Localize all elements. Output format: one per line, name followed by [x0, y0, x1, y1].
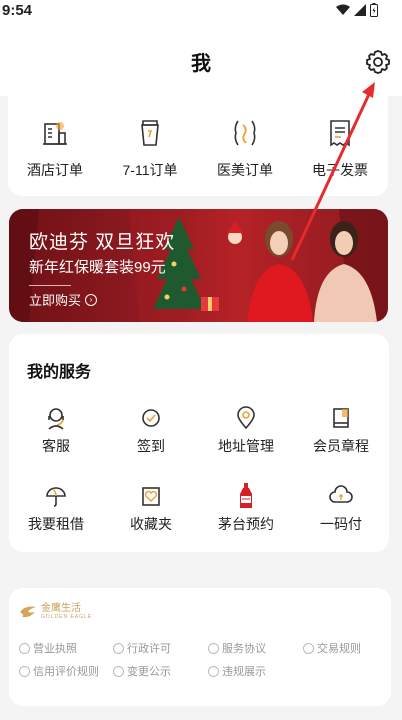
order-711[interactable]: 7-11订单 [105, 116, 195, 180]
link-label: 变更公示 [127, 666, 171, 678]
book-icon [333, 408, 349, 428]
brand-logo: 金鹰生活 GOLDEN EAGLE [19, 604, 92, 620]
service-label: 茅台预约 [218, 516, 274, 532]
service-rental[interactable]: 我要租借 [11, 482, 101, 534]
banner-subtitle: 新年红保暖套装99元 [29, 259, 166, 276]
info-circle-icon [113, 642, 124, 654]
link-label: 违规展示 [222, 666, 266, 678]
umbrella-icon [46, 487, 66, 507]
status-time: 9:54 [2, 2, 33, 19]
link-label: 行政许可 [127, 643, 171, 655]
link-change-notice[interactable]: 变更公示 [113, 663, 171, 679]
service-member-rules[interactable]: 会员章程 [296, 404, 386, 456]
link-violations[interactable]: 违规展示 [208, 663, 266, 679]
order-beauty[interactable]: 医美订单 [200, 116, 290, 180]
service-pay-code[interactable]: 一码付 [296, 482, 386, 534]
chevron-right-icon: › [85, 293, 98, 306]
banner-title: 欧迪芬 双旦狂欢 [29, 232, 176, 253]
order-label: 酒店订单 [27, 162, 83, 178]
brand-name: 金鹰生活 [41, 603, 81, 614]
order-label: 医美订单 [217, 162, 273, 178]
check-in-icon [142, 409, 160, 427]
service-label: 收藏夹 [130, 516, 172, 532]
order-label: 7-11订单 [122, 162, 178, 178]
link-label: 服务协议 [222, 643, 266, 655]
invoice-icon [330, 120, 350, 147]
buy-now-label: 立即购买 [29, 293, 82, 308]
footer-card: 金鹰生活 GOLDEN EAGLE 营业执照 行政许可 服务协议 交易规则 信用… [9, 588, 391, 706]
service-moutai[interactable]: 茅台预约 [201, 482, 291, 534]
info-circle-icon [208, 665, 219, 677]
location-icon [237, 406, 255, 430]
service-address[interactable]: 地址管理 [201, 404, 291, 456]
info-circle-icon [19, 642, 30, 654]
hotel-icon [43, 122, 67, 145]
golden-eagle-logo-icon [20, 606, 36, 618]
beauty-icon [234, 120, 256, 146]
service-label: 我要租借 [28, 516, 84, 532]
bottle-icon [240, 483, 252, 508]
info-circle-icon [208, 642, 219, 654]
promo-banner[interactable]: 欧迪芬 双旦狂欢 新年红保暖套装99元 立即购买 › [9, 209, 388, 322]
service-label: 地址管理 [218, 438, 274, 454]
link-credit-rules[interactable]: 信用评价规则 [19, 663, 99, 679]
favorites-icon [142, 487, 160, 506]
service-customer-service[interactable]: 客服 [11, 404, 101, 456]
order-hotel[interactable]: 酒店订单 [10, 116, 100, 180]
service-favorites[interactable]: 收藏夹 [106, 482, 196, 534]
service-label: 客服 [42, 438, 70, 454]
link-label: 交易规则 [317, 643, 361, 655]
buy-now-button[interactable]: 立即购买 › [29, 290, 98, 309]
link-label: 营业执照 [33, 643, 77, 655]
services-title: 我的服务 [27, 364, 92, 381]
status-icons [336, 3, 378, 17]
service-label: 会员章程 [313, 438, 369, 454]
link-trading-rules[interactable]: 交易规则 [303, 640, 361, 656]
order-invoice[interactable]: 电子发票 [295, 116, 385, 180]
battery-icon [370, 3, 378, 17]
link-label: 信用评价规则 [33, 666, 99, 678]
customer-service-icon [48, 408, 64, 430]
cup-icon [141, 120, 159, 146]
link-business-license[interactable]: 营业执照 [19, 640, 77, 656]
brand-sub: GOLDEN EAGLE [41, 614, 93, 620]
status-bar: 9:54 [0, 0, 402, 24]
service-check-in[interactable]: 签到 [106, 404, 196, 456]
settings-button[interactable] [364, 48, 392, 76]
service-label: 签到 [137, 438, 165, 454]
info-circle-icon [19, 665, 30, 677]
info-circle-icon [303, 642, 314, 654]
services-card: 我的服务 客服 签到 地址管理 会员章程 我要租借 收藏夹 茅台预约 一码付 [9, 334, 389, 552]
order-label: 电子发票 [312, 162, 368, 178]
link-service-agreement[interactable]: 服务协议 [208, 640, 266, 656]
cloud-pay-icon [329, 485, 353, 503]
link-admin-permit[interactable]: 行政许可 [113, 640, 171, 656]
wifi-icon [336, 4, 350, 15]
info-circle-icon [113, 665, 124, 677]
orders-card: 酒店订单 7-11订单 医美订单 电子发票 [8, 96, 388, 196]
header: 我 [0, 24, 402, 96]
page-title: 我 [191, 53, 211, 75]
service-label: 一码付 [320, 516, 362, 532]
gear-icon [366, 50, 390, 74]
banner-divider [29, 285, 71, 286]
signal-icon [354, 4, 366, 16]
